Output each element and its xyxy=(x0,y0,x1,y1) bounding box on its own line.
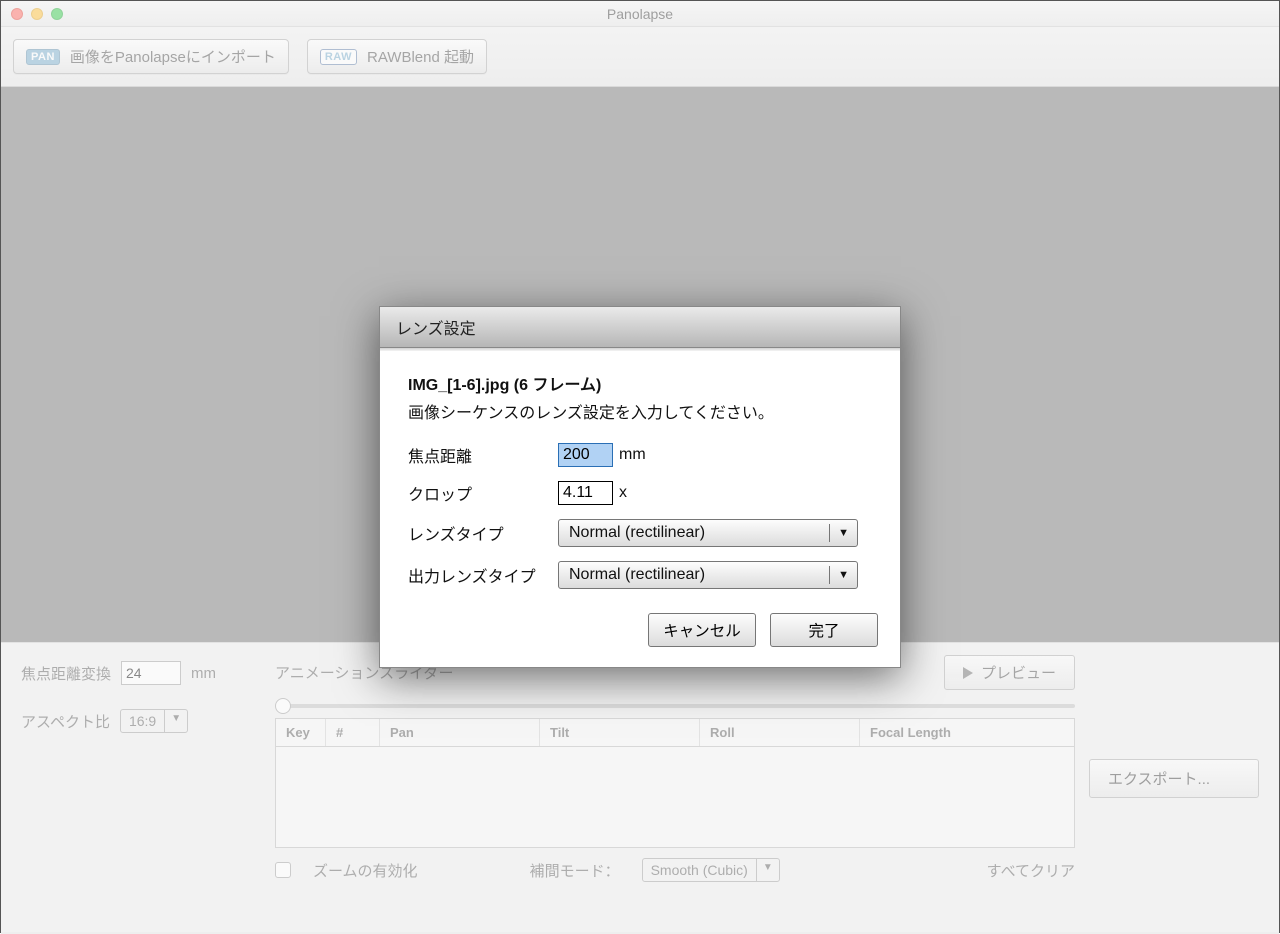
rawblend-label: RAWBlend 起動 xyxy=(367,46,474,67)
play-icon xyxy=(963,667,973,679)
focal-length-label: 焦点距離 xyxy=(408,443,558,467)
crop-input[interactable] xyxy=(558,481,613,505)
import-button[interactable]: PAN 画像をPanolapseにインポート xyxy=(13,39,289,74)
clear-all-link[interactable]: すべてクリア xyxy=(987,860,1075,881)
interp-select[interactable]: Smooth (Cubic) ▼ xyxy=(642,858,780,882)
export-button[interactable]: エクスポート... xyxy=(1089,759,1259,798)
focal-conversion-input[interactable] xyxy=(121,661,181,685)
import-label: 画像をPanolapseにインポート xyxy=(70,46,276,67)
col-tilt: Tilt xyxy=(540,719,700,746)
left-settings: 焦点距離変換 mm アスペクト比 16:9 ▼ xyxy=(21,655,261,922)
interp-label: 補間モード： xyxy=(530,860,620,881)
titlebar: Panolapse xyxy=(1,1,1279,27)
animation-slider[interactable] xyxy=(275,704,1075,708)
raw-badge-icon: RAW xyxy=(320,49,357,65)
pan-badge-icon: PAN xyxy=(26,49,60,65)
chevron-down-icon: ▼ xyxy=(756,859,779,881)
keyframe-table: Key # Pan Tilt Roll Focal Length xyxy=(275,718,1075,848)
lens-settings-dialog: レンズ設定 IMG_[1-6].jpg (6 フレーム) 画像シーケンスのレンズ… xyxy=(379,306,901,668)
preview-button[interactable]: プレビュー xyxy=(944,655,1075,690)
crop-label: クロップ xyxy=(408,481,558,505)
window-title: Panolapse xyxy=(1,6,1279,22)
focal-length-unit: mm xyxy=(619,446,646,464)
cancel-button[interactable]: キャンセル xyxy=(648,613,756,647)
chevron-down-icon: ▼ xyxy=(829,524,857,542)
lens-type-select[interactable]: Normal (rectilinear) ▼ xyxy=(558,519,858,547)
col-focal: Focal Length xyxy=(860,719,1074,746)
chevron-down-icon: ▼ xyxy=(829,566,857,584)
lower-panel: 焦点距離変換 mm アスペクト比 16:9 ▼ アニメーションスライダー プレビ… xyxy=(1,642,1279,934)
col-pan: Pan xyxy=(380,719,540,746)
focal-length-input[interactable] xyxy=(558,443,613,467)
lens-type-value: Normal (rectilinear) xyxy=(569,524,705,542)
animation-panel: アニメーションスライダー プレビュー Key # Pan Tilt Roll F… xyxy=(275,655,1075,922)
aspect-value: 16:9 xyxy=(121,710,164,732)
col-key: Key xyxy=(276,719,326,746)
output-lens-type-value: Normal (rectilinear) xyxy=(569,566,705,584)
aspect-select[interactable]: 16:9 ▼ xyxy=(120,709,188,733)
output-lens-type-select[interactable]: Normal (rectilinear) ▼ xyxy=(558,561,858,589)
output-lens-type-label: 出力レンズタイプ xyxy=(408,563,558,587)
crop-unit: x xyxy=(619,484,627,502)
zoom-enable-checkbox[interactable] xyxy=(275,862,291,878)
focal-conversion-unit: mm xyxy=(191,665,216,682)
slider-thumb[interactable] xyxy=(275,698,291,714)
col-num: # xyxy=(326,719,380,746)
keyframe-body xyxy=(276,747,1074,847)
done-button[interactable]: 完了 xyxy=(770,613,878,647)
preview-label: プレビュー xyxy=(981,662,1056,683)
dialog-title: レンズ設定 xyxy=(380,307,900,348)
rawblend-button[interactable]: RAW RAWBlend 起動 xyxy=(307,39,487,74)
aspect-label: アスペクト比 xyxy=(21,711,110,732)
lens-type-label: レンズタイプ xyxy=(408,521,558,545)
zoom-enable-label: ズームの有効化 xyxy=(313,860,418,881)
dialog-instruction: 画像シーケンスのレンズ設定を入力してください。 xyxy=(408,399,872,423)
chevron-down-icon: ▼ xyxy=(164,710,187,732)
focal-conversion-label: 焦点距離変換 xyxy=(21,663,111,684)
dialog-filename: IMG_[1-6].jpg (6 フレーム) xyxy=(408,371,872,395)
toolbar: PAN 画像をPanolapseにインポート RAW RAWBlend 起動 xyxy=(1,27,1279,87)
interp-value: Smooth (Cubic) xyxy=(643,859,756,881)
col-roll: Roll xyxy=(700,719,860,746)
